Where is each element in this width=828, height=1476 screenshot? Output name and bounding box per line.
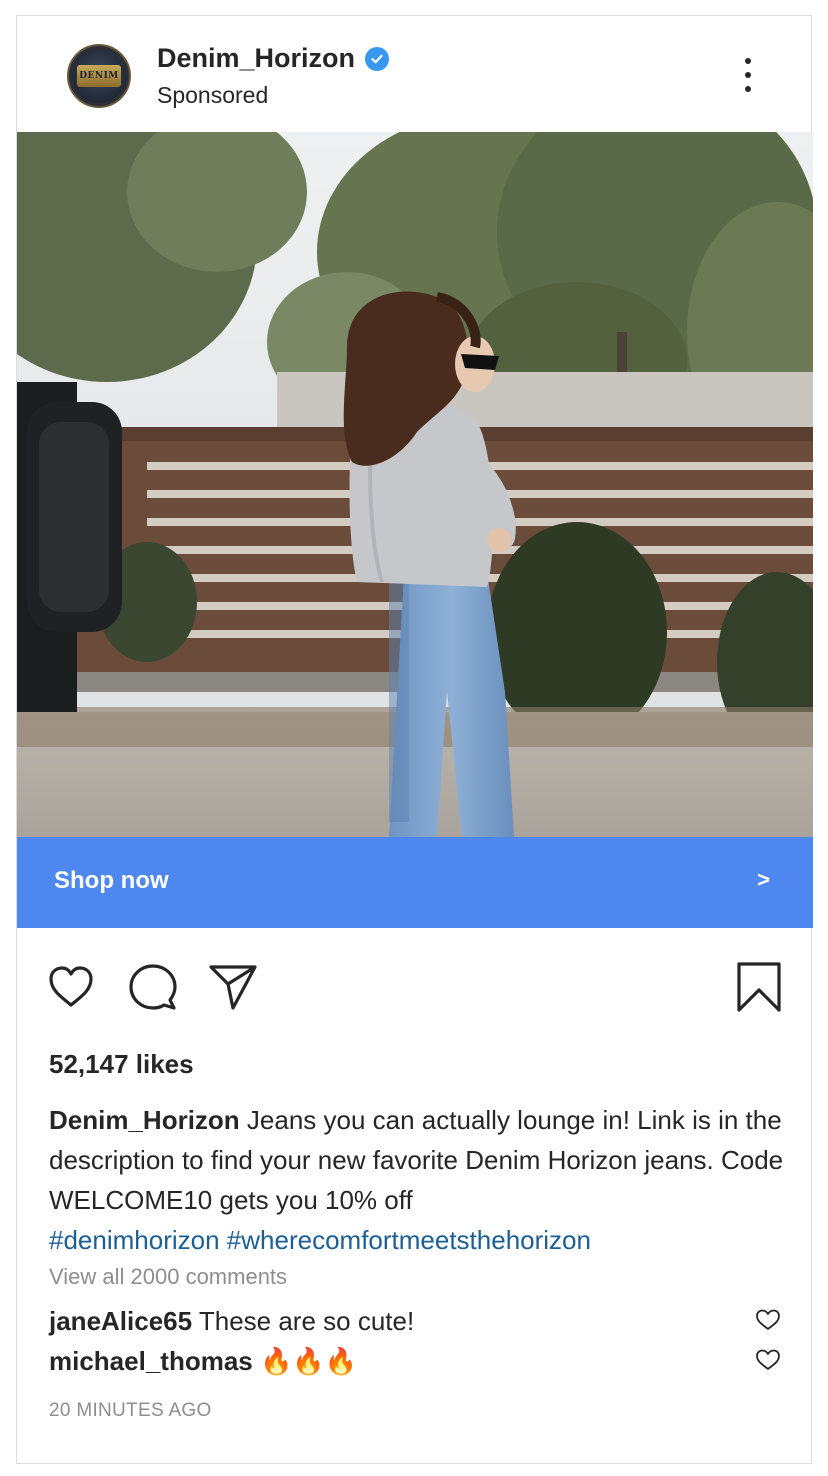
comment-username[interactable]: janeAlice65 bbox=[49, 1306, 192, 1336]
share-icon[interactable] bbox=[207, 961, 259, 1013]
chevron-right-icon: > bbox=[757, 867, 770, 892]
avatar[interactable]: DENIM bbox=[67, 44, 131, 108]
comment-text: 🔥🔥🔥 bbox=[252, 1346, 358, 1376]
post-image[interactable] bbox=[17, 132, 813, 837]
caption-username[interactable]: Denim_Horizon bbox=[49, 1105, 240, 1135]
shop-now-label: Shop now bbox=[54, 867, 169, 894]
comment-username[interactable]: michael_thomas bbox=[49, 1346, 253, 1376]
post-photo-illustration bbox=[17, 132, 813, 837]
action-bar bbox=[17, 961, 811, 1015]
more-vertical-icon[interactable] bbox=[739, 58, 757, 92]
username-label: Denim_Horizon bbox=[157, 43, 356, 73]
caption-hashtags: #denimhorizon #wherecomfortmeetsthehoriz… bbox=[49, 1220, 591, 1260]
comment-item: michael_thomas 🔥🔥🔥 bbox=[49, 1346, 357, 1377]
view-all-comments-link[interactable]: View all 2000 comments bbox=[49, 1264, 287, 1290]
verified-check-icon bbox=[365, 46, 390, 71]
comment-like-heart-icon[interactable] bbox=[755, 1348, 781, 1372]
likes-count[interactable]: 52,147 likes bbox=[49, 1049, 194, 1080]
post-caption: Denim_Horizon Jeans you can actually lou… bbox=[49, 1100, 789, 1220]
hashtag-link[interactable]: #denimhorizon bbox=[49, 1225, 220, 1255]
heart-icon[interactable] bbox=[45, 961, 97, 1013]
bookmark-icon[interactable] bbox=[733, 961, 785, 1013]
post-username[interactable]: Denim_Horizon bbox=[157, 43, 390, 74]
comment-icon[interactable] bbox=[127, 961, 179, 1013]
hashtag-link[interactable]: #wherecomfortmeetsthehorizon bbox=[227, 1225, 591, 1255]
sponsored-label: Sponsored bbox=[157, 82, 269, 108]
avatar-logo: DENIM bbox=[77, 65, 121, 87]
comment-text: These are so cute! bbox=[192, 1306, 415, 1336]
shop-now-bar[interactable]: Shop now > bbox=[17, 837, 813, 928]
post-header: DENIM Denim_Horizon Sponsored bbox=[17, 16, 811, 134]
post-timestamp: 20 MINUTES AGO bbox=[49, 1400, 212, 1421]
post-card: DENIM Denim_Horizon Sponsored Shop now >… bbox=[16, 15, 813, 1464]
comment-item: janeAlice65 These are so cute! bbox=[49, 1306, 414, 1337]
comment-like-heart-icon[interactable] bbox=[755, 1308, 781, 1332]
